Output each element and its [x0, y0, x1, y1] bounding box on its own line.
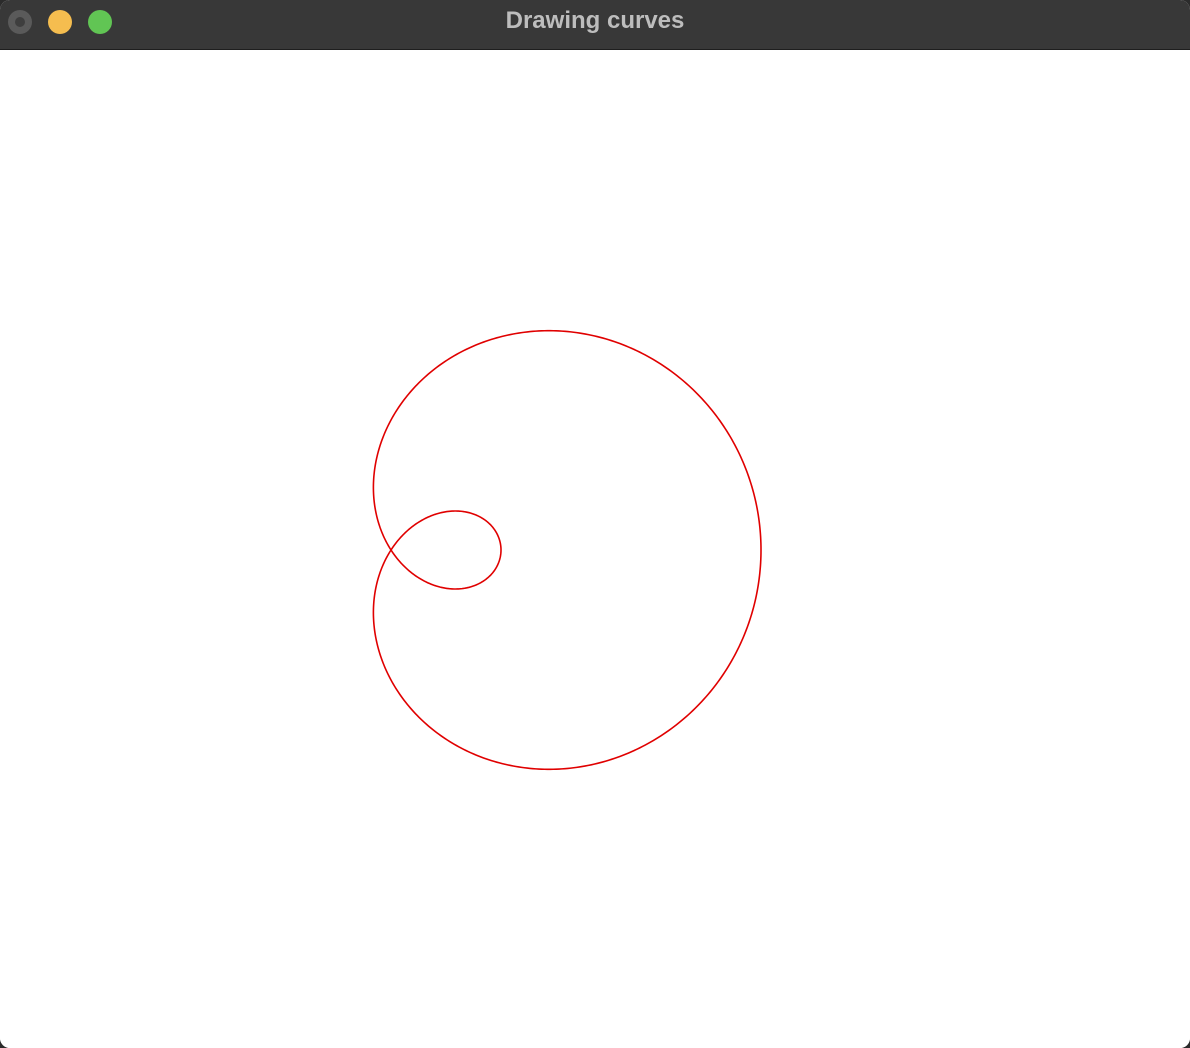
drawing-canvas[interactable]: [0, 50, 1190, 1048]
window-title: Drawing curves: [505, 7, 685, 34]
title-bar[interactable]: Drawing curves: [0, 0, 1190, 50]
curve-drawing: [372, 329, 762, 771]
limacon-curve: [372, 329, 762, 771]
app-window: Drawing curves: [0, 0, 1190, 1048]
